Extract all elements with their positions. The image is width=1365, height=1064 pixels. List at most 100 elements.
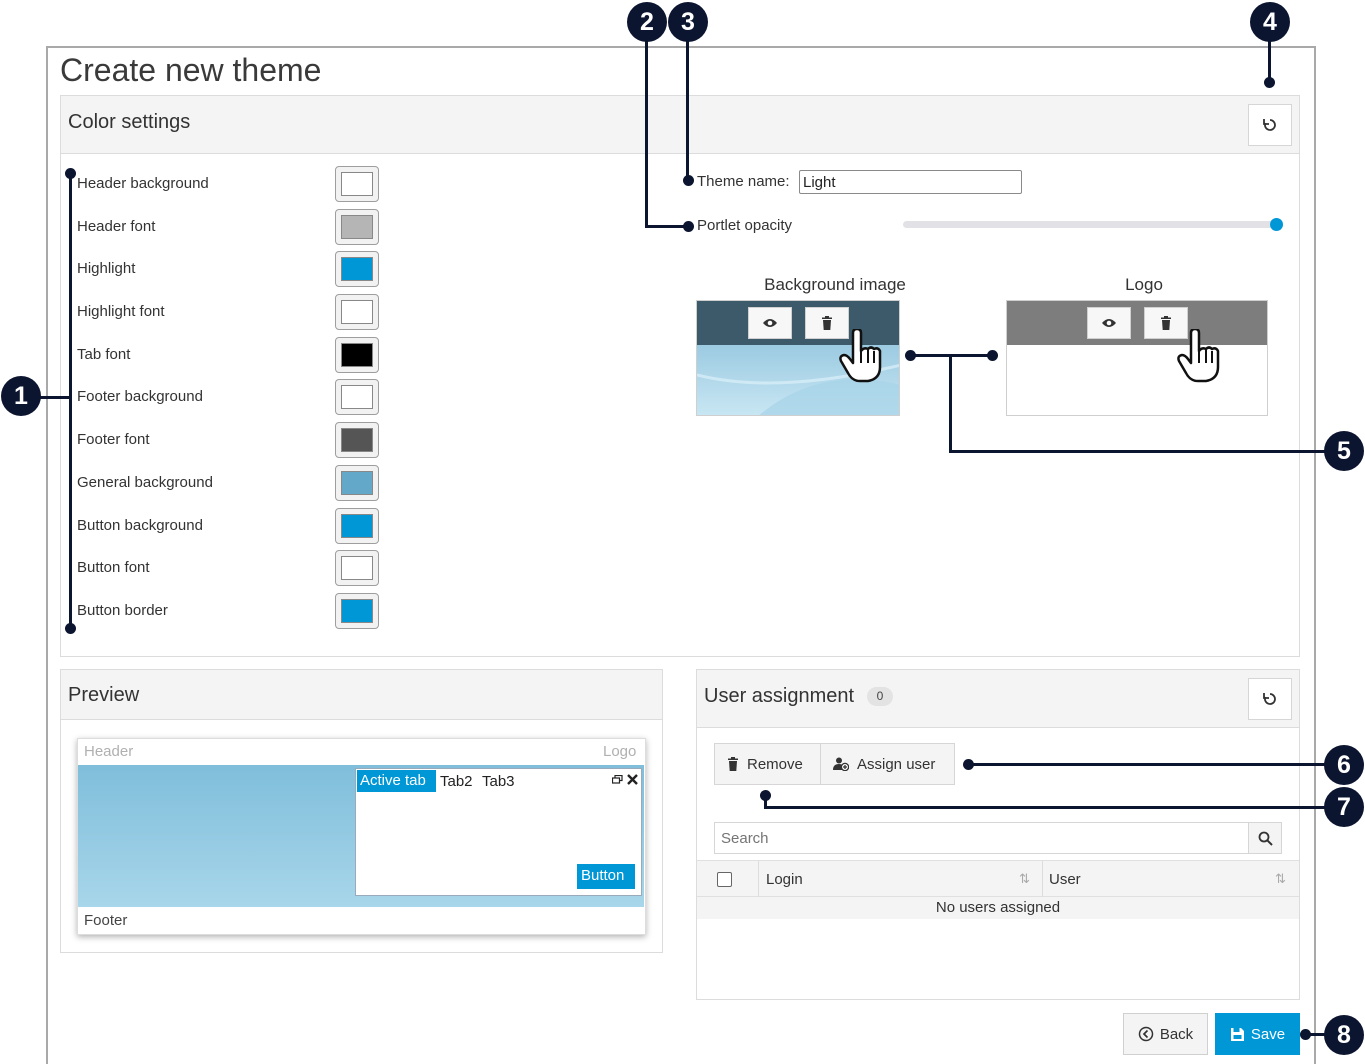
color-swatch bbox=[341, 471, 373, 495]
background-view-button[interactable] bbox=[748, 307, 792, 339]
hand-cursor-icon bbox=[839, 329, 882, 383]
remove-button[interactable]: Remove bbox=[714, 743, 821, 785]
callout-line bbox=[38, 396, 70, 399]
callout-line bbox=[764, 806, 1325, 809]
logo-toolbar bbox=[1007, 301, 1267, 345]
color-setting-label: Tab font bbox=[77, 346, 131, 363]
color-picker-button[interactable] bbox=[335, 379, 379, 415]
login-column-header[interactable]: Login bbox=[766, 871, 803, 888]
color-settings-title: Color settings bbox=[68, 111, 191, 133]
search-button[interactable] bbox=[1248, 822, 1282, 854]
eye-icon bbox=[763, 319, 777, 327]
callout-line bbox=[1268, 40, 1271, 82]
callout-5: 5 bbox=[1324, 431, 1364, 471]
color-settings-reset-button[interactable] bbox=[1248, 104, 1292, 146]
callout-line bbox=[686, 40, 689, 180]
callout-1: 1 bbox=[1, 376, 41, 416]
callout-4: 4 bbox=[1250, 2, 1290, 42]
logo-preview bbox=[1006, 300, 1268, 416]
select-all-checkbox[interactable] bbox=[717, 872, 732, 887]
color-swatch bbox=[341, 343, 373, 367]
preview-title: Preview bbox=[68, 684, 140, 706]
color-setting-label: Header font bbox=[77, 218, 156, 235]
users-table-header: Login ⇅ User ⇅ bbox=[697, 860, 1299, 897]
color-picker-button[interactable] bbox=[335, 422, 379, 458]
user-assignment-title: User assignment bbox=[704, 685, 855, 707]
color-setting-row: Button font bbox=[77, 550, 387, 590]
color-setting-row: Highlight bbox=[77, 251, 387, 291]
user-search-input[interactable] bbox=[714, 822, 1250, 854]
color-setting-row: General background bbox=[77, 465, 387, 505]
callout-dot bbox=[65, 623, 76, 634]
color-setting-label: Footer background bbox=[77, 388, 203, 405]
callout-line bbox=[645, 40, 648, 228]
save-icon bbox=[1230, 1027, 1244, 1041]
color-picker-button[interactable] bbox=[335, 166, 379, 202]
theme-name-input[interactable] bbox=[799, 170, 1022, 194]
portlet-opacity-slider[interactable] bbox=[903, 221, 1279, 228]
reset-icon bbox=[1263, 693, 1276, 705]
back-button[interactable]: Back bbox=[1123, 1013, 1208, 1055]
preview-active-tab: Active tab bbox=[357, 770, 436, 792]
color-setting-label: Highlight font bbox=[77, 303, 165, 320]
logo-title: Logo bbox=[1125, 275, 1163, 294]
sort-icon[interactable]: ⇅ bbox=[1019, 871, 1030, 887]
color-setting-label: Footer font bbox=[77, 431, 150, 448]
callout-line bbox=[968, 763, 1325, 766]
color-picker-button[interactable] bbox=[335, 209, 379, 245]
preview-footer-text: Footer bbox=[84, 912, 128, 929]
logo-view-button[interactable] bbox=[1087, 307, 1131, 339]
page-title: Create new theme bbox=[60, 52, 322, 88]
save-button[interactable]: Save bbox=[1215, 1013, 1300, 1055]
color-setting-label: Button border bbox=[77, 602, 168, 619]
color-picker-button[interactable] bbox=[335, 550, 379, 586]
color-settings-header: Color settings bbox=[61, 96, 1299, 154]
preview-tab-2: Tab2 bbox=[440, 773, 473, 790]
assign-user-button[interactable]: Assign user bbox=[820, 743, 955, 785]
user-assignment-header: User assignment bbox=[697, 670, 1299, 728]
color-swatch bbox=[341, 556, 373, 580]
color-setting-row: Button background bbox=[77, 508, 387, 548]
color-setting-row: Tab font bbox=[77, 337, 387, 377]
color-picker-button[interactable] bbox=[335, 593, 379, 629]
color-swatch bbox=[341, 428, 373, 452]
callout-dot bbox=[1264, 77, 1275, 88]
color-picker-button[interactable] bbox=[335, 465, 379, 501]
color-setting-row: Header font bbox=[77, 209, 387, 249]
color-swatch bbox=[341, 514, 373, 538]
color-setting-label: Button background bbox=[77, 517, 203, 534]
color-picker-button[interactable] bbox=[335, 251, 379, 287]
portlet-opacity-slider-handle[interactable] bbox=[1270, 218, 1283, 231]
color-setting-label: Button font bbox=[77, 559, 150, 576]
color-setting-row: Highlight font bbox=[77, 294, 387, 334]
color-swatch bbox=[341, 300, 373, 324]
user-assignment-reset-button[interactable] bbox=[1248, 678, 1292, 720]
theme-name-label: Theme name: bbox=[697, 173, 790, 190]
color-picker-button[interactable] bbox=[335, 337, 379, 373]
preview-logo-text: Logo bbox=[603, 743, 637, 760]
color-setting-label: Highlight bbox=[77, 260, 136, 277]
color-setting-row: Footer font bbox=[77, 422, 387, 462]
callout-dot bbox=[683, 221, 694, 232]
assign-user-button-label: Assign user bbox=[857, 755, 936, 773]
color-picker-button[interactable] bbox=[335, 294, 379, 330]
sort-icon[interactable]: ⇅ bbox=[1275, 871, 1286, 887]
column-divider bbox=[1042, 861, 1043, 897]
reset-icon bbox=[1263, 119, 1276, 131]
color-setting-label: Header background bbox=[77, 175, 209, 192]
callout-1-bracket bbox=[69, 174, 72, 629]
user-count-badge: 0 bbox=[867, 687, 893, 706]
color-swatch bbox=[341, 172, 373, 196]
background-image-title: Background image bbox=[764, 275, 906, 294]
callout-line bbox=[949, 354, 952, 453]
color-setting-row: Footer background bbox=[77, 379, 387, 419]
preview-header: Preview bbox=[61, 670, 662, 720]
remove-button-label: Remove bbox=[747, 755, 803, 773]
color-picker-button[interactable] bbox=[335, 508, 379, 544]
trash-icon bbox=[728, 757, 738, 771]
callout-line bbox=[949, 450, 1325, 453]
add-user-icon bbox=[833, 757, 849, 771]
color-swatch bbox=[341, 599, 373, 623]
callout-3: 3 bbox=[668, 2, 708, 42]
user-column-header[interactable]: User bbox=[1049, 871, 1081, 888]
